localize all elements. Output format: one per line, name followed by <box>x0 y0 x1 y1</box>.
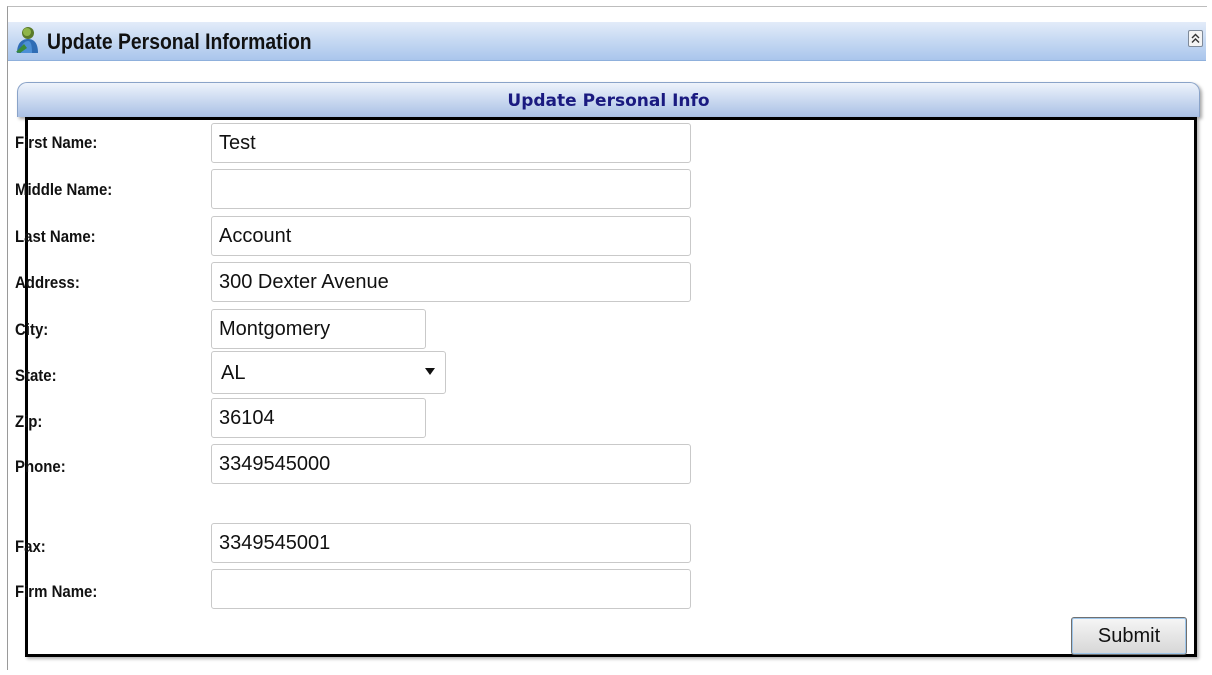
last-name-label: Last Name: <box>15 227 96 246</box>
zip-input[interactable] <box>211 398 426 438</box>
first-name-input[interactable] <box>211 123 691 163</box>
phone-input[interactable] <box>211 444 691 484</box>
address-label: Address: <box>15 273 80 292</box>
address-input[interactable] <box>211 262 691 302</box>
window-title: Update Personal Information <box>47 29 312 54</box>
city-label: City: <box>15 320 49 339</box>
firm-name-input[interactable] <box>211 569 691 609</box>
window-titlebar: Update Personal Information <box>8 22 1206 61</box>
user-icon <box>16 27 38 53</box>
fax-label: Fax: <box>15 537 46 556</box>
firm-name-label: Firm Name: <box>15 582 98 601</box>
middle-name-input[interactable] <box>211 169 691 209</box>
state-select-value: AL <box>221 362 246 384</box>
phone-label: Phone: <box>15 457 66 476</box>
state-select[interactable]: AL <box>211 351 446 394</box>
fax-input[interactable] <box>211 523 691 563</box>
last-name-input[interactable] <box>211 216 691 256</box>
caret-down-icon <box>425 368 435 375</box>
middle-name-label: Middle Name: <box>15 180 113 199</box>
zip-label: Zip: <box>15 412 43 431</box>
panel-title: Update Personal Info <box>507 91 710 111</box>
state-label: State: <box>15 366 57 385</box>
first-name-label: First Name: <box>15 133 98 152</box>
city-input[interactable] <box>211 309 426 349</box>
double-chevron-up-icon[interactable] <box>1188 30 1203 47</box>
submit-button[interactable]: Submit <box>1071 617 1187 655</box>
panel-header: Update Personal Info <box>17 82 1200 117</box>
